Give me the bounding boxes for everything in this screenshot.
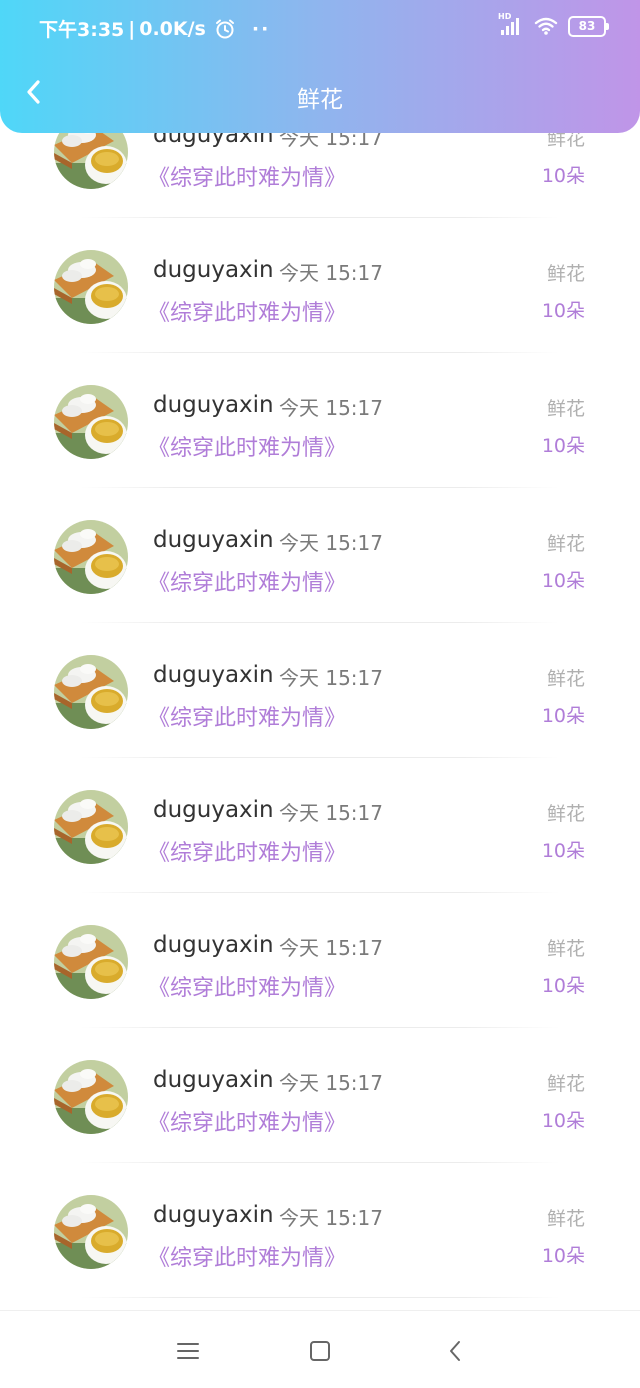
- avatar[interactable]: [54, 1195, 128, 1269]
- list-item[interactable]: duguyaxin 今天 15:17 《综穿此时难为情》 鲜花 10朵: [0, 623, 640, 758]
- list-item[interactable]: duguyaxin 今天 15:17 《综穿此时难为情》 鲜花 10朵: [0, 353, 640, 488]
- book-title-link[interactable]: 《综穿此时难为情》: [148, 160, 346, 192]
- status-bar: 下午3:35 | 0.0K/s ·· HD 83: [0, 0, 640, 56]
- battery-icon: 83: [568, 15, 609, 37]
- book-title-link[interactable]: 《综穿此时难为情》: [148, 1240, 346, 1272]
- gift-type: 鲜花: [546, 938, 585, 960]
- alarm-clock-icon: [214, 18, 236, 40]
- system-back-icon: [447, 1340, 463, 1362]
- wifi-icon: [534, 16, 558, 36]
- avatar[interactable]: [54, 655, 128, 729]
- list-item[interactable]: duguyaxin 今天 15:17 《综穿此时难为情》 鲜花 10朵: [0, 133, 640, 218]
- gift-time: 今天 15:17: [279, 133, 383, 150]
- gift-type: 鲜花: [546, 803, 585, 825]
- gift-time: 今天 15:17: [279, 531, 383, 555]
- user-name: duguyaxin: [153, 1202, 274, 1228]
- book-title-link[interactable]: 《综穿此时难为情》: [148, 700, 346, 732]
- avatar[interactable]: [54, 250, 128, 324]
- home-button[interactable]: [302, 1333, 338, 1369]
- user-name: duguyaxin: [153, 133, 274, 148]
- list-item[interactable]: duguyaxin 今天 15:17 《综穿此时难为情》 鲜花 10朵: [0, 893, 640, 1028]
- gift-type: 鲜花: [546, 1208, 585, 1230]
- status-time: 下午3:35: [39, 19, 125, 41]
- list-item[interactable]: duguyaxin 今天 15:17 《综穿此时难为情》 鲜花 10朵: [0, 758, 640, 893]
- gift-count: 10朵: [541, 1110, 585, 1132]
- gift-count: 10朵: [541, 1245, 585, 1267]
- gift-type: 鲜花: [546, 263, 585, 285]
- gift-count: 10朵: [541, 165, 585, 187]
- list-item[interactable]: duguyaxin 今天 15:17 《综穿此时难为情》 鲜花 10朵: [0, 1028, 640, 1163]
- book-title-link[interactable]: 《综穿此时难为情》: [148, 835, 346, 867]
- avatar[interactable]: [54, 520, 128, 594]
- list-item[interactable]: duguyaxin 今天 15:17 《综穿此时难为情》 鲜花 10朵: [0, 218, 640, 353]
- gift-time: 今天 15:17: [279, 261, 383, 285]
- gift-time: 今天 15:17: [279, 801, 383, 825]
- book-title-link[interactable]: 《综穿此时难为情》: [148, 565, 346, 597]
- status-right: HD 83: [498, 12, 609, 37]
- divider: [80, 1297, 560, 1298]
- gift-count: 10朵: [541, 435, 585, 457]
- gift-count: 10朵: [541, 300, 585, 322]
- gift-time: 今天 15:17: [279, 1071, 383, 1095]
- avatar[interactable]: [54, 1060, 128, 1134]
- network-speed: 0.0K/s: [139, 17, 206, 40]
- list-item[interactable]: duguyaxin 今天 15:17 《综穿此时难为情》 鲜花 10朵: [0, 488, 640, 623]
- status-dots: ··: [251, 17, 271, 40]
- home-square-icon: [309, 1340, 331, 1362]
- user-name: duguyaxin: [153, 1067, 274, 1093]
- system-nav-bar: [0, 1310, 640, 1388]
- gift-type: 鲜花: [546, 533, 585, 555]
- page-title: 鲜花: [297, 87, 343, 113]
- gift-count: 10朵: [541, 570, 585, 592]
- book-title-link[interactable]: 《综穿此时难为情》: [148, 970, 346, 1002]
- battery-level: 83: [578, 19, 596, 33]
- avatar[interactable]: [54, 790, 128, 864]
- avatar[interactable]: [54, 925, 128, 999]
- gift-time: 今天 15:17: [279, 396, 383, 420]
- system-back-button[interactable]: [437, 1333, 473, 1369]
- status-left: 下午3:35 | 0.0K/s ··: [39, 15, 270, 42]
- user-name: duguyaxin: [153, 662, 274, 688]
- gift-count: 10朵: [541, 840, 585, 862]
- flower-gift-list[interactable]: duguyaxin 今天 15:17 《综穿此时难为情》 鲜花 10朵 dugu…: [0, 133, 640, 1310]
- gift-count: 10朵: [541, 705, 585, 727]
- menu-button[interactable]: [170, 1333, 206, 1369]
- user-name: duguyaxin: [153, 527, 274, 553]
- gift-type: 鲜花: [546, 133, 585, 150]
- user-name: duguyaxin: [153, 932, 274, 958]
- avatar[interactable]: [54, 133, 128, 189]
- gift-type: 鲜花: [546, 668, 585, 690]
- list-item[interactable]: duguyaxin 今天 15:17 《综穿此时难为情》 鲜花 10朵: [0, 1163, 640, 1298]
- cellular-signal-icon: HD: [498, 12, 524, 37]
- user-name: duguyaxin: [153, 257, 274, 283]
- gift-type: 鲜花: [546, 398, 585, 420]
- user-name: duguyaxin: [153, 797, 274, 823]
- gift-count: 10朵: [541, 975, 585, 997]
- user-name: duguyaxin: [153, 392, 274, 418]
- book-title-link[interactable]: 《综穿此时难为情》: [148, 295, 346, 327]
- gift-time: 今天 15:17: [279, 666, 383, 690]
- gift-type: 鲜花: [546, 1073, 585, 1095]
- list-content: duguyaxin 今天 15:17 《综穿此时难为情》 鲜花 10朵 dugu…: [0, 133, 640, 1298]
- gift-time: 今天 15:17: [279, 1206, 383, 1230]
- gift-time: 今天 15:17: [279, 936, 383, 960]
- menu-icon: [177, 1342, 199, 1360]
- avatar[interactable]: [54, 385, 128, 459]
- nav-bar: 鲜花: [0, 56, 640, 133]
- signal-type-label: HD: [498, 12, 512, 21]
- book-title-link[interactable]: 《综穿此时难为情》: [148, 430, 346, 462]
- app-header: 下午3:35 | 0.0K/s ·· HD 83 鲜花: [0, 0, 640, 133]
- book-title-link[interactable]: 《综穿此时难为情》: [148, 1105, 346, 1137]
- status-separator: |: [128, 17, 136, 40]
